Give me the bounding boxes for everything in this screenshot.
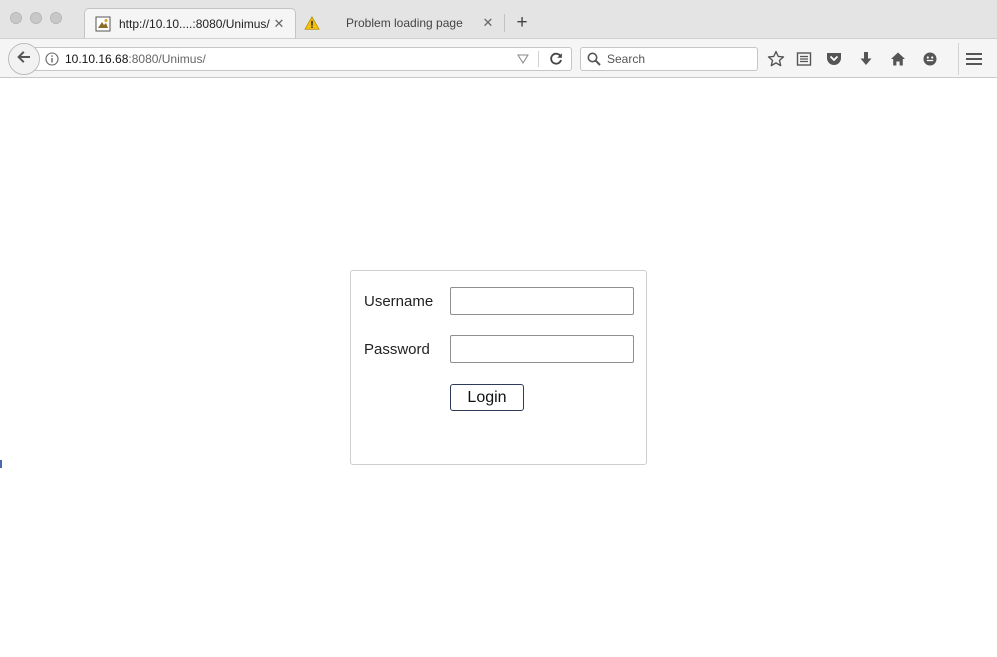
hamburger-menu-icon[interactable]	[964, 49, 984, 69]
login-button[interactable]: Login	[450, 384, 524, 411]
arrow-left-icon	[16, 49, 32, 70]
bookmark-star-icon[interactable]	[766, 49, 786, 69]
tab-problem-loading[interactable]: Problem loading page ✕	[298, 8, 504, 38]
url-path: :8080/Unimus/	[128, 52, 206, 66]
new-tab-button[interactable]: +	[512, 13, 532, 33]
page-content: Username Password Login	[0, 78, 997, 657]
history-dropdown-icon[interactable]	[514, 54, 532, 64]
window-close-button[interactable]	[10, 12, 22, 24]
navigation-bar: 10.10.16.68:8080/Unimus/	[0, 38, 997, 78]
tab-close-icon[interactable]: ✕	[480, 15, 496, 31]
download-icon[interactable]	[856, 49, 876, 69]
url-bar[interactable]: 10.10.16.68:8080/Unimus/	[30, 47, 572, 71]
home-icon[interactable]	[888, 49, 908, 69]
password-label: Password	[364, 341, 430, 358]
url-text[interactable]: 10.10.16.68:8080/Unimus/	[65, 52, 514, 66]
search-box[interactable]	[580, 47, 758, 71]
pocket-icon[interactable]	[824, 49, 844, 69]
toolbar-separator	[958, 43, 959, 75]
warning-icon	[304, 15, 320, 31]
url-separator	[538, 51, 539, 67]
url-host: 10.10.16.68	[65, 52, 129, 66]
page-favicon-icon	[95, 16, 111, 32]
username-input[interactable]	[450, 287, 634, 315]
window-zoom-button[interactable]	[50, 12, 62, 24]
username-label: Username	[364, 293, 434, 310]
search-input[interactable]	[607, 52, 747, 66]
back-button[interactable]	[8, 43, 40, 75]
tab-title: Problem loading page	[346, 16, 463, 30]
password-input[interactable]	[450, 335, 634, 363]
edge-marker	[0, 460, 2, 468]
reading-list-icon[interactable]	[794, 49, 814, 69]
emoji-icon[interactable]	[920, 49, 940, 69]
tab-title: http://10.10....:8080/Unimus/	[119, 16, 270, 31]
tab-close-icon[interactable]: ✕	[271, 16, 287, 32]
tab-strip: http://10.10....:8080/Unimus/ ✕ Problem …	[0, 0, 997, 38]
tab-unimus[interactable]: http://10.10....:8080/Unimus/ ✕	[84, 8, 296, 38]
reload-icon[interactable]	[545, 52, 567, 66]
window-minimize-button[interactable]	[30, 12, 42, 24]
login-form: Username Password Login	[350, 270, 647, 465]
info-icon[interactable]	[45, 52, 59, 66]
search-icon	[587, 52, 601, 66]
tab-separator	[504, 14, 505, 32]
